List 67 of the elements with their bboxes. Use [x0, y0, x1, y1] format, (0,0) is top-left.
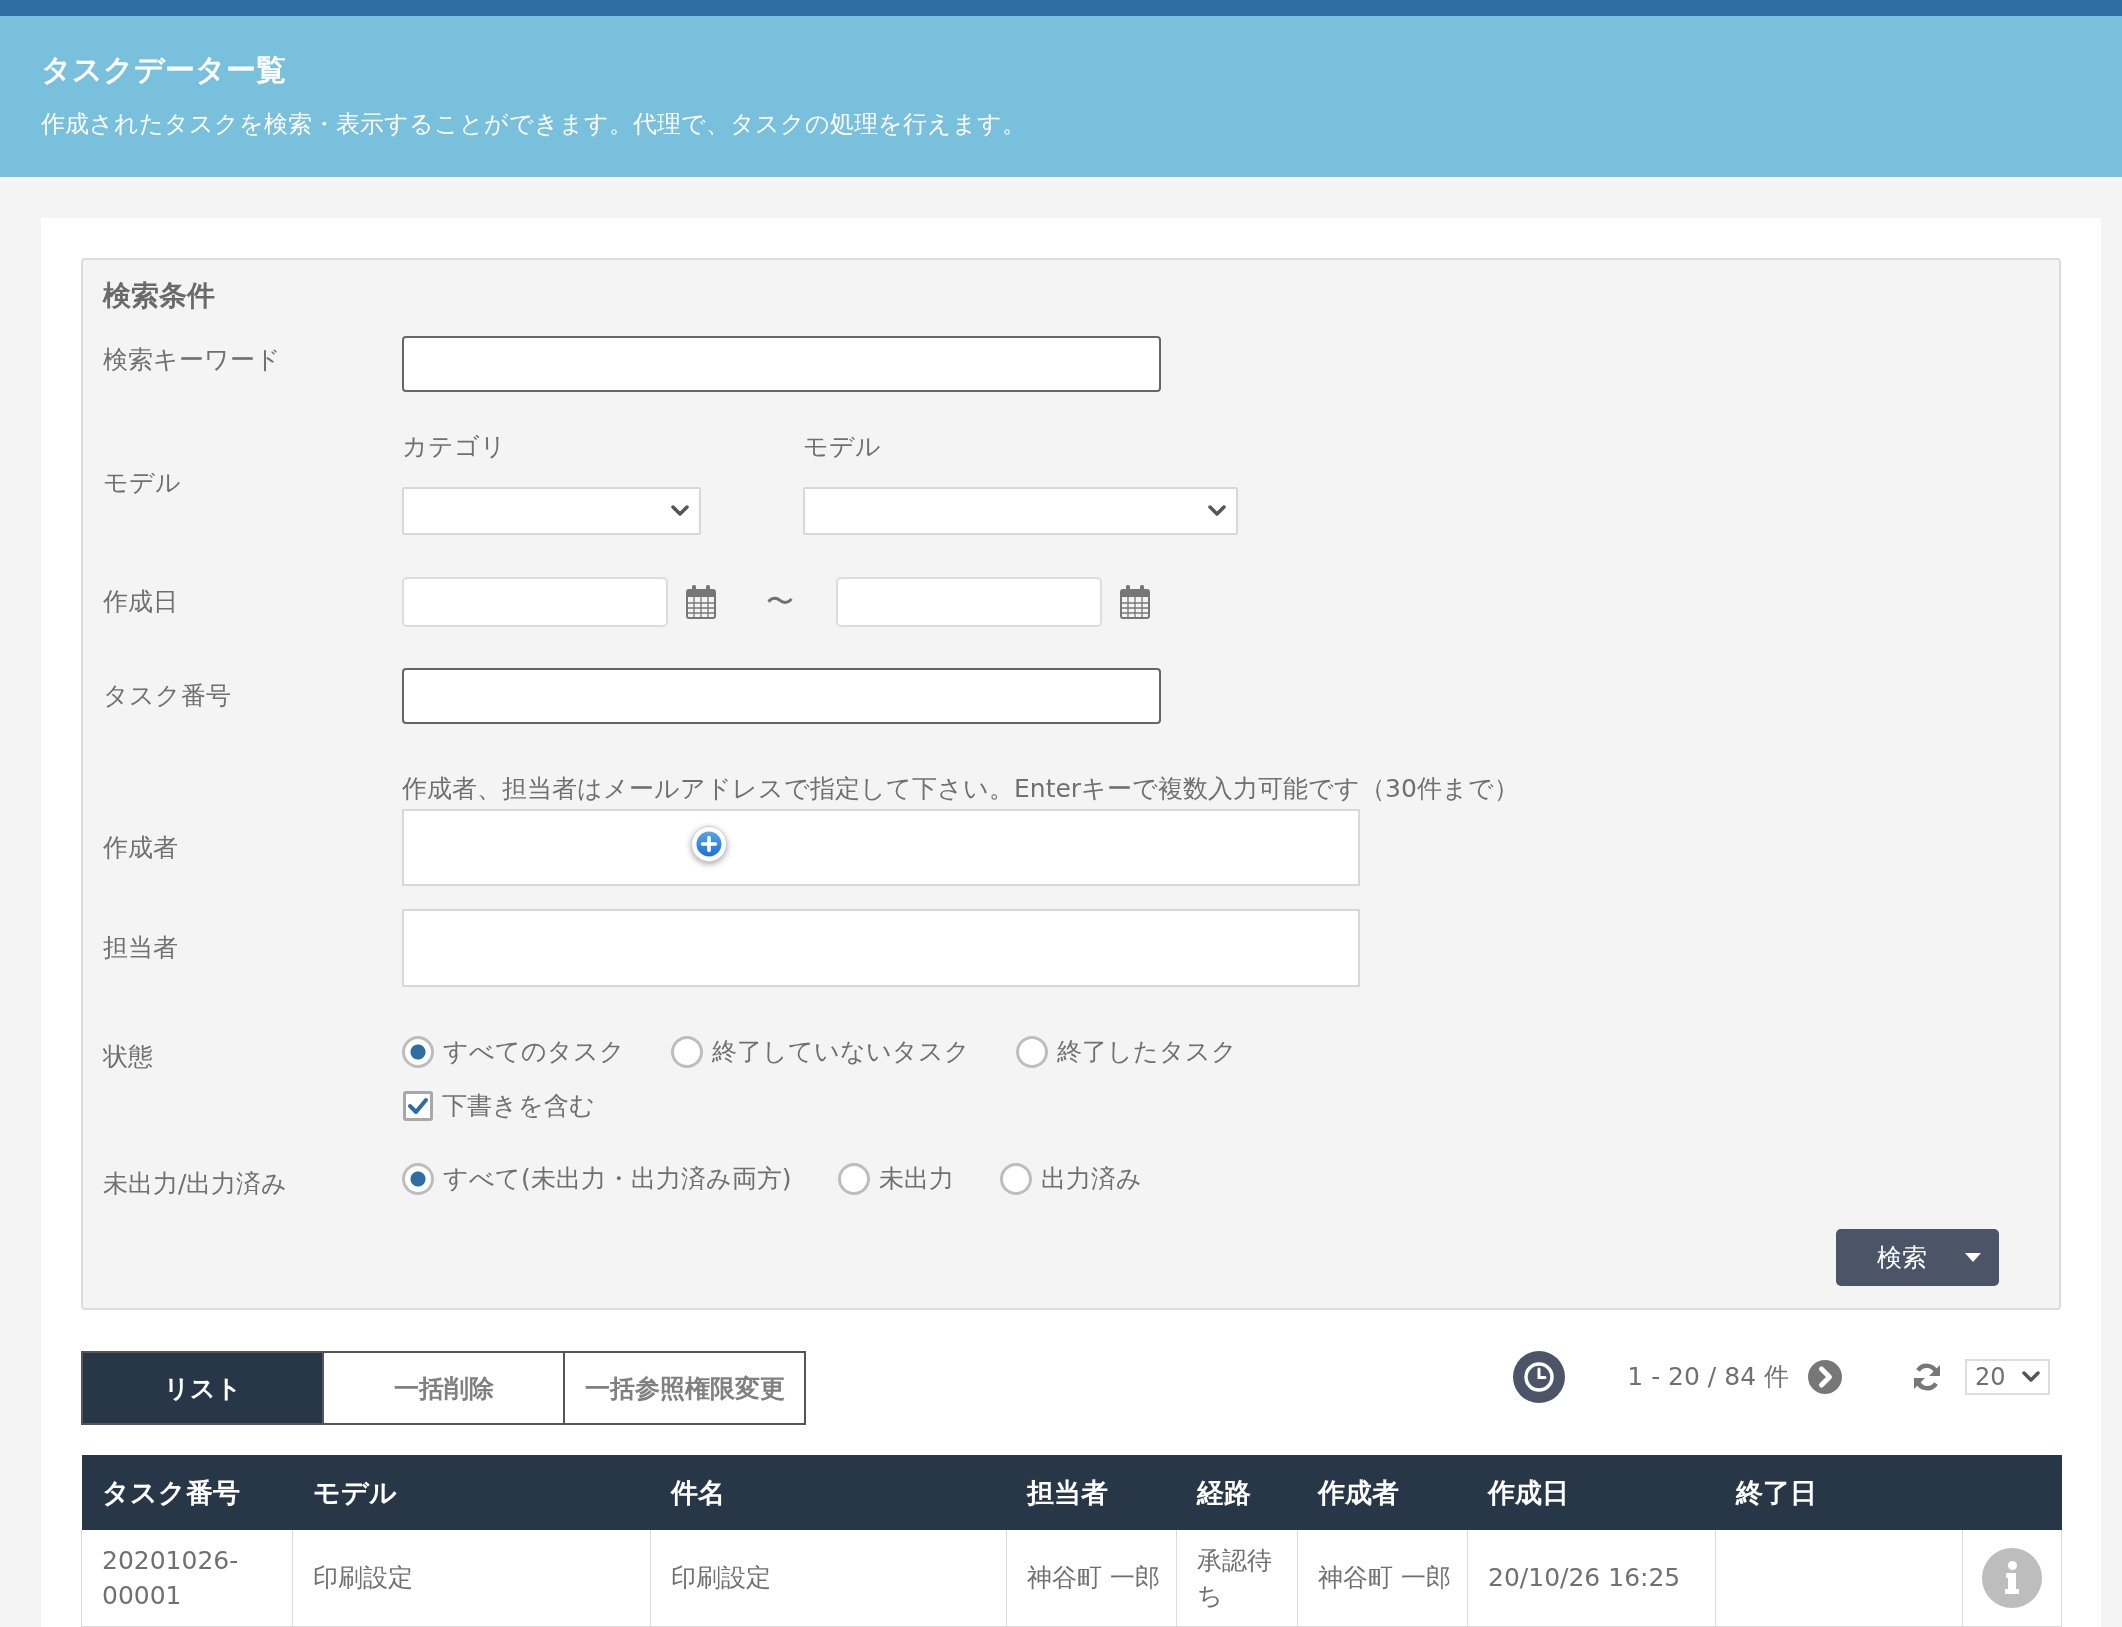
radio-button[interactable] [1016, 1036, 1048, 1068]
column-header: 担当者 [1006, 1455, 1177, 1530]
radio-button[interactable] [402, 1036, 434, 1068]
refresh-icon[interactable] [1912, 1362, 1942, 1392]
chevron-down-icon [1208, 505, 1226, 517]
radio-button[interactable] [671, 1036, 703, 1068]
checkbox[interactable] [403, 1091, 433, 1121]
tab[interactable]: リスト [81, 1351, 324, 1425]
assignee-field[interactable] [402, 909, 1360, 987]
page-description: 作成されたタスクを検索・表示することができます。代理で、タスクの処理を行えます。 [41, 109, 1027, 140]
column-header: 経路 [1176, 1455, 1298, 1530]
column-header: モデル [292, 1455, 651, 1530]
radio-label: 未出力 [878, 1163, 954, 1195]
column-header: 作成者 [1297, 1455, 1468, 1530]
task-number-field[interactable] [402, 668, 1161, 724]
radio-label: すべてのタスク [443, 1036, 625, 1068]
chevron-down-icon [2022, 1371, 2040, 1383]
table-cell: 印刷設定 [650, 1530, 1007, 1626]
table-cell: 神谷町 一郎 [1006, 1530, 1177, 1626]
table-cell: 印刷設定 [292, 1530, 651, 1626]
table-cell: 20/10/26 16:25 [1467, 1530, 1716, 1626]
add-icon[interactable] [691, 826, 727, 862]
page-title: タスクデーター覧 [41, 51, 287, 89]
check-icon [407, 1097, 429, 1115]
help-text: 作成者、担当者はメールアドレスで指定して下さい。Enterキーで複数入力可能です（30件まで） [402, 773, 1520, 805]
column-header: タスク番号 [81, 1455, 293, 1530]
radio-label: 終了したタスク [1057, 1036, 1237, 1068]
radio-label: 出力済み [1040, 1163, 1142, 1195]
radio-label: すべて(未出力・出力済み両方) [443, 1163, 792, 1195]
radio-button[interactable] [999, 1163, 1032, 1195]
date-field[interactable] [836, 577, 1102, 627]
column-header: 終了日 [1715, 1455, 1963, 1530]
caret-down-icon [1965, 1253, 1981, 1262]
tab[interactable]: 一括削除 [322, 1351, 565, 1425]
chevron-down-icon [671, 505, 689, 517]
table-cell: 承認待ち [1176, 1530, 1298, 1626]
checkbox-label: 下書きを含む [442, 1090, 595, 1122]
field-label: 作成日 [103, 586, 179, 618]
field-label: 検索キーワード [103, 344, 282, 376]
radio-button[interactable] [837, 1163, 870, 1195]
tab[interactable]: 一括参照権限変更 [563, 1351, 806, 1425]
field-label: 状態 [103, 1041, 154, 1073]
field-label: モデル [803, 431, 882, 463]
field-label: タスク番号 [103, 680, 232, 712]
calendar-icon[interactable] [686, 585, 716, 619]
date-range-separator: 〜 [766, 586, 794, 618]
panel-heading: 検索条件 [103, 278, 216, 314]
column-header: 件名 [650, 1455, 1007, 1530]
keyword-field[interactable] [402, 336, 1161, 392]
table-cell: 20201026-00001 [81, 1530, 293, 1626]
field-label: 未出力/出力済み [103, 1168, 289, 1200]
calendar-icon[interactable] [1120, 585, 1150, 619]
page-size-select[interactable]: 20 [1965, 1359, 2050, 1395]
search-button[interactable]: 検索 [1836, 1229, 1999, 1286]
column-header: 作成日 [1467, 1455, 1716, 1530]
next-page-icon[interactable] [1808, 1360, 1842, 1394]
date-field[interactable] [402, 577, 668, 627]
field-label: 作成者 [103, 831, 179, 864]
creator-field[interactable] [402, 809, 1360, 886]
result-count: 1 - 20 / 84 件 [1627, 1361, 1789, 1393]
field-label: モデル [103, 467, 182, 499]
table-cell: 神谷町 一郎 [1297, 1530, 1468, 1626]
radio-label: 終了していないタスク [712, 1036, 970, 1068]
field-label: カテゴリ [402, 431, 507, 463]
clock-icon[interactable] [1513, 1351, 1566, 1403]
field-label: 担当者 [103, 932, 179, 964]
radio-button[interactable] [402, 1163, 434, 1195]
